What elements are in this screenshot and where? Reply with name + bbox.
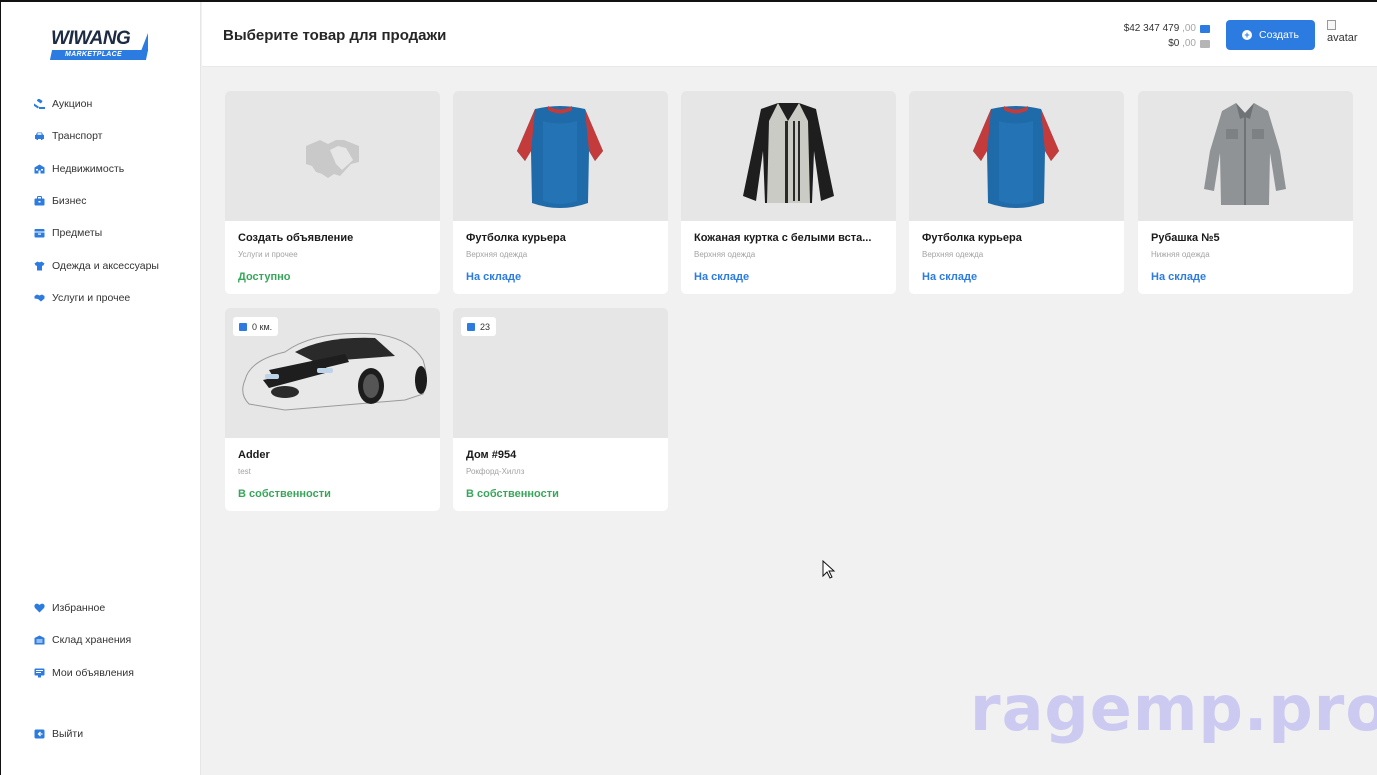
- warehouse-icon: [34, 635, 45, 645]
- list-icon: [34, 668, 45, 678]
- sidebar-item-label: Бизнес: [52, 195, 87, 208]
- card-subtitle: Верхняя одежда: [694, 250, 756, 259]
- sidebar-item-favorites[interactable]: Избранное: [34, 592, 134, 624]
- card-image: 23: [453, 308, 668, 438]
- sidebar-item-clothes[interactable]: Одежда и аксессуары: [34, 249, 159, 281]
- cash-balance: $42 347 479 ,00: [1124, 21, 1210, 36]
- card-subtitle: Нижняя одежда: [1151, 250, 1210, 259]
- card-subtitle: test: [238, 467, 251, 476]
- sidebar-item-label: Аукцион: [52, 98, 93, 111]
- sidebar-item-label: Транспорт: [52, 130, 103, 143]
- brand-sub: MARKETPLACE: [65, 51, 122, 58]
- sidebar-item-transport[interactable]: Транспорт: [34, 120, 159, 152]
- brand-name: WIWANG: [51, 28, 131, 49]
- car-icon: [34, 131, 45, 141]
- product-card[interactable]: Кожаная куртка с белыми вста... Верхняя …: [681, 91, 896, 294]
- sidebar-item-label: Услуги и прочее: [52, 291, 131, 304]
- card-image: [909, 91, 1124, 221]
- mouse-cursor-icon: [822, 560, 836, 579]
- card-status: На складе: [694, 271, 750, 283]
- card-image: [681, 91, 896, 221]
- card-title: Adder: [238, 449, 270, 461]
- card-status: Доступно: [238, 271, 291, 283]
- page-title: Выберите товар для продажи: [223, 27, 447, 44]
- product-card[interactable]: 0 км. Adder test В собственности: [225, 308, 440, 511]
- watermark: ragemp.pro: [970, 672, 1377, 745]
- product-card[interactable]: 23 Дом #954 Рокфорд-Хиллз В собственност…: [453, 308, 668, 511]
- sidebar-item-label: Одежда и аксессуары: [52, 259, 159, 272]
- card-title: Рубашка №5: [1151, 232, 1220, 244]
- sidebar-exit-nav: Выйти: [34, 718, 83, 750]
- card-title: Футболка курьера: [466, 232, 566, 244]
- product-card[interactable]: Футболка курьера Верхняя одежда На склад…: [909, 91, 1124, 294]
- card-status: На складе: [466, 271, 522, 283]
- card-status: В собственности: [238, 488, 331, 500]
- card-status: На складе: [922, 271, 978, 283]
- tshirt-image: [973, 106, 1059, 208]
- card-subtitle: Верхняя одежда: [922, 250, 984, 259]
- product-card[interactable]: Создать объявление Услуги и прочее Досту…: [225, 91, 440, 294]
- card-image: [1138, 91, 1353, 221]
- gavel-icon: [34, 99, 45, 110]
- handshake-icon: [306, 140, 359, 178]
- sidebar-item-label: Недвижимость: [52, 162, 125, 175]
- balances: $42 347 479 ,00 $0 ,00: [1124, 21, 1210, 51]
- shirt-icon: [34, 261, 45, 271]
- card-image: [453, 91, 668, 221]
- jacket-image: [743, 103, 834, 203]
- avatar[interactable]: avatar: [1327, 20, 1358, 44]
- card-icon: [1200, 39, 1210, 48]
- logout-icon: [34, 729, 45, 739]
- bank-balance: $0 ,00: [1124, 36, 1210, 51]
- sidebar-item-label: Склад хранения: [52, 634, 132, 647]
- sidebar-item-items[interactable]: Предметы: [34, 217, 159, 249]
- box-icon: [34, 228, 45, 238]
- create-button[interactable]: + Создать: [1226, 20, 1315, 50]
- sidebar-item-services[interactable]: Услуги и прочее: [34, 282, 159, 314]
- sidebar-bottom-nav: Избранное Склад хранения Мои объявления: [34, 592, 134, 689]
- odometer-icon: [239, 322, 247, 331]
- sidebar: WIWANG MARKETPLACE Аукцион Транспорт Нед…: [1, 2, 201, 775]
- broken-image-icon: [1327, 20, 1336, 30]
- card-subtitle: Услуги и прочее: [238, 250, 298, 259]
- sidebar-item-auction[interactable]: Аукцион: [34, 88, 159, 120]
- sidebar-item-label: Избранное: [52, 602, 106, 615]
- garage-icon: [467, 322, 475, 331]
- mileage-badge: 0 км.: [233, 317, 279, 336]
- card-status: В собственности: [466, 488, 559, 500]
- card-subtitle: Верхняя одежда: [466, 250, 528, 259]
- product-card[interactable]: Футболка курьера Верхняя одежда На склад…: [453, 91, 668, 294]
- card-title: Кожаная куртка с белыми вста...: [694, 232, 872, 244]
- card-title: Создать объявление: [238, 232, 354, 244]
- building-icon: [34, 164, 45, 174]
- product-card[interactable]: Рубашка №5 Нижняя одежда На складе: [1138, 91, 1353, 294]
- sidebar-item-my-ads[interactable]: Мои объявления: [34, 657, 134, 689]
- sidebar-item-label: Предметы: [52, 227, 103, 240]
- card-status: На складе: [1151, 271, 1207, 283]
- sidebar-item-label: Выйти: [52, 728, 84, 741]
- tshirt-image: [517, 106, 603, 208]
- heart-icon: [34, 603, 45, 613]
- sidebar-main-nav: Аукцион Транспорт Недвижимость Бизнес Пр…: [34, 88, 159, 314]
- card-image: [225, 91, 440, 221]
- card-title: Футболка курьера: [922, 232, 1022, 244]
- briefcase-icon: [34, 196, 45, 206]
- handshake-icon: [34, 293, 45, 303]
- shirt-image: [1204, 103, 1286, 205]
- card-subtitle: Рокфорд-Хиллз: [466, 467, 525, 476]
- sidebar-item-business[interactable]: Бизнес: [34, 185, 159, 217]
- card-title: Дом #954: [466, 449, 517, 461]
- house-number-badge: 23: [461, 317, 497, 336]
- plus-icon: +: [1242, 30, 1253, 40]
- sidebar-item-label: Мои объявления: [52, 666, 134, 679]
- sail-icon: [141, 33, 148, 51]
- sidebar-item-logout[interactable]: Выйти: [34, 718, 83, 750]
- sidebar-item-warehouse[interactable]: Склад хранения: [34, 624, 134, 656]
- wallet-icon: [1200, 24, 1210, 33]
- sidebar-item-realty[interactable]: Недвижимость: [34, 153, 159, 185]
- card-image: 0 км.: [225, 308, 440, 438]
- header: Выберите товар для продажи $42 347 479 ,…: [202, 2, 1377, 67]
- brand-logo[interactable]: WIWANG MARKETPLACE: [49, 28, 153, 64]
